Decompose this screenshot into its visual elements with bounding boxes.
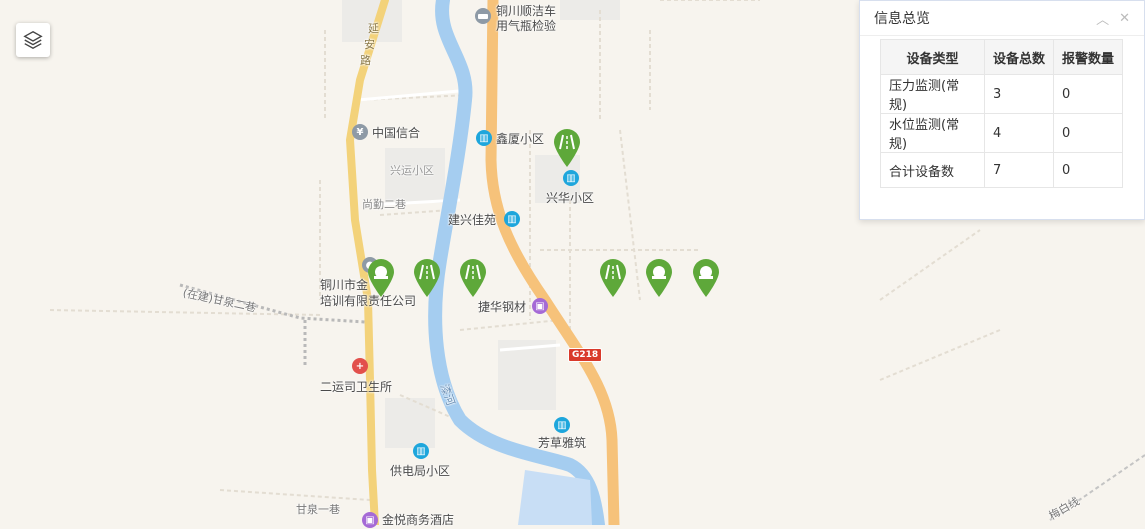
building-icon: ▥ [554, 417, 570, 433]
road-label: 路 [360, 54, 371, 67]
residential-icon: ▥ [563, 170, 579, 186]
table-cell: 压力监测(常规) [880, 74, 985, 114]
residential-icon: ▥ [476, 130, 492, 146]
map-pin-icon [600, 259, 626, 297]
map-pin-icon [368, 259, 394, 297]
poi-label: 兴华小区 [546, 191, 595, 205]
column-header: 设备总数 [984, 39, 1054, 75]
poi-label: 芳草雅筑 [538, 436, 587, 450]
table-cell: 4 [984, 113, 1054, 153]
map-pin-icon [646, 259, 672, 297]
bank-icon: ¥ [352, 124, 368, 140]
water-level-marker[interactable] [412, 258, 442, 298]
road-label: 安 [364, 38, 375, 51]
table-header-row: 设备类型 设备总数 报警数量 [880, 39, 1123, 75]
panel-title: 信息总览 [874, 11, 930, 27]
table-cell: 合计设备数 [880, 152, 985, 188]
residential-icon: ▥ [413, 443, 429, 459]
panel-header: 信息总览 ︿ ✕ [860, 1, 1144, 36]
shop-icon: ▣ [532, 298, 548, 314]
building-icon: ▥ [504, 211, 520, 227]
poi-label: 供电局小区 [390, 464, 451, 478]
table-cell: 水位监测(常规) [880, 113, 985, 153]
map-canvas[interactable]: ¥ ▥ ▥ ▥ ▣ + ▥ ▥ ▣ ● 铜川顺洁车 用气瓶检验 中国信合 鑫厦小… [0, 0, 1145, 529]
poi-label: 建兴佳苑 [448, 213, 497, 227]
pressure-monitor-marker[interactable] [644, 258, 674, 298]
poi-label: 捷华钢材 [478, 300, 527, 314]
table-row: 水位监测(常规) 4 0 [880, 113, 1123, 153]
table-cell: 0 [1053, 113, 1123, 153]
layers-icon [23, 30, 43, 50]
close-icon[interactable]: ✕ [1119, 11, 1130, 26]
water-level-marker[interactable] [598, 258, 628, 298]
area-label: 兴运小区 [390, 164, 434, 177]
table-cell: 0 [1053, 74, 1123, 114]
street-label: 尚勤二巷 [362, 198, 406, 211]
poi-label: 用气瓶检验 [496, 19, 557, 33]
table-cell: 7 [984, 152, 1054, 188]
layers-button[interactable] [16, 23, 50, 57]
table-row: 压力监测(常规) 3 0 [880, 74, 1123, 114]
column-header: 设备类型 [880, 39, 985, 75]
table-cell: 3 [984, 74, 1054, 114]
table-cell: 0 [1053, 152, 1123, 188]
poi-label: 铜川市金 [320, 278, 369, 292]
map-pin-icon [460, 259, 486, 297]
pressure-monitor-marker[interactable] [691, 258, 721, 298]
poi-label: 铜川顺洁车 [496, 4, 557, 18]
column-header: 报警数量 [1053, 39, 1123, 75]
collapse-icon[interactable]: ︿ [1096, 9, 1109, 28]
street-label: 甘泉一巷 [296, 503, 340, 516]
car-poi-icon [475, 8, 491, 24]
hospital-icon: + [352, 358, 368, 374]
highway-badge: G218 [568, 348, 603, 362]
water-level-marker[interactable] [458, 258, 488, 298]
poi-label: 二运司卫生所 [320, 380, 393, 394]
road-label: 延 [368, 22, 379, 35]
device-summary-table: 设备类型 设备总数 报警数量 压力监测(常规) 3 0 水位监测(常规) 4 0… [880, 39, 1123, 188]
pressure-monitor-marker[interactable] [366, 258, 396, 298]
car-icon [478, 14, 488, 19]
map-pin-icon [414, 259, 440, 297]
map-pin-icon [693, 259, 719, 297]
poi-label: 鑫厦小区 [496, 132, 545, 146]
water-level-marker[interactable] [552, 128, 582, 168]
info-overview-panel: 信息总览 ︿ ✕ 设备类型 设备总数 报警数量 压力监测(常规) 3 0 水位监… [859, 0, 1145, 220]
table-row: 合计设备数 7 0 [880, 152, 1123, 188]
hotel-icon: ▣ [362, 512, 378, 528]
poi-label: 中国信合 [372, 126, 421, 140]
map-pin-icon [554, 129, 580, 167]
